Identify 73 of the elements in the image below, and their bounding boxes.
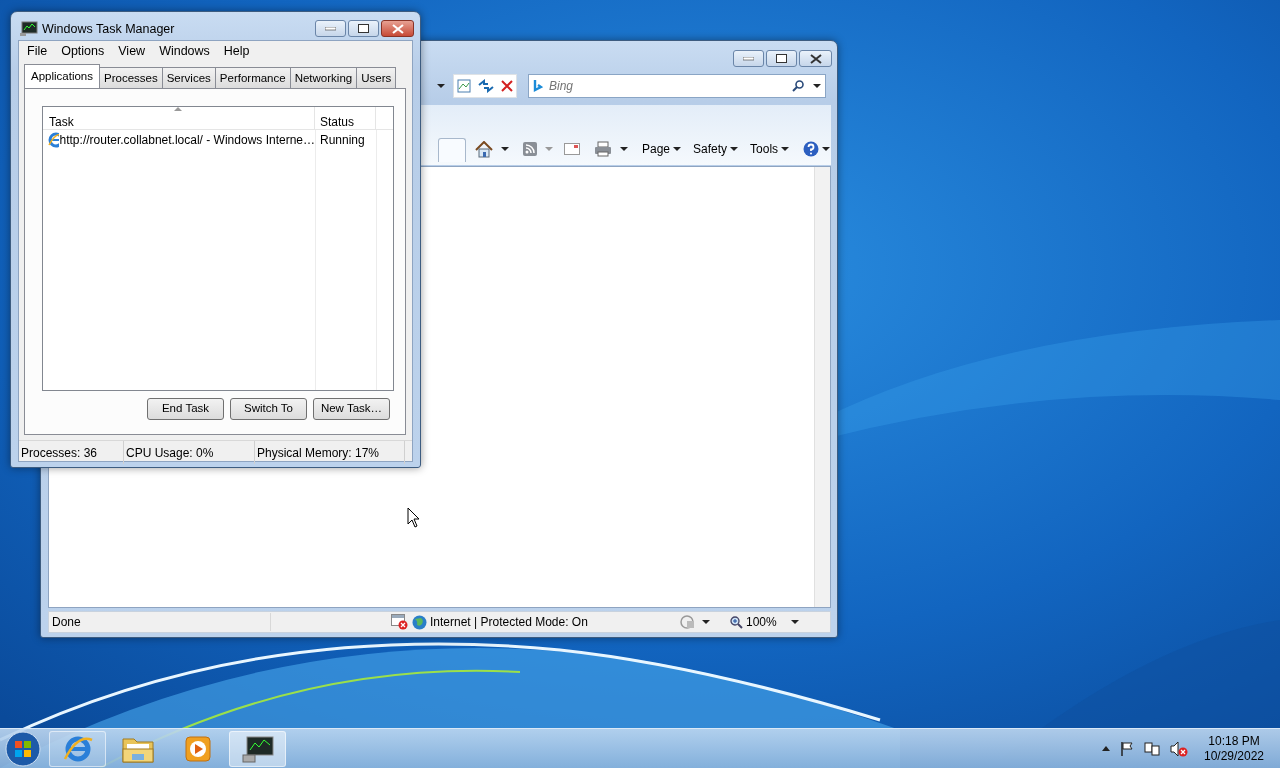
taskbar-button[interactable] [229, 730, 286, 767]
monitor-icon [240, 734, 275, 763]
help-button[interactable] [803, 141, 831, 157]
caret-icon[interactable] [790, 620, 799, 624]
feed-icon[interactable] [523, 142, 537, 156]
table-cell-text: http://router.collabnet.local/ - Windows Interne… [59, 132, 315, 149]
tab[interactable]: Applications [24, 63, 100, 88]
flag-icon[interactable] [1120, 740, 1134, 757]
caret-icon[interactable] [501, 147, 509, 151]
blocked-popup-icon [391, 614, 409, 630]
refresh-icon[interactable] [477, 79, 495, 93]
action-button[interactable]: New Task… [313, 398, 390, 420]
menu-button[interactable]: Safety [693, 140, 739, 158]
close-icon [391, 23, 404, 34]
close-button[interactable] [799, 50, 832, 67]
menu-item[interactable]: Windows [152, 41, 217, 61]
zoom-level-text[interactable]: 100% [746, 613, 777, 631]
maximize-icon [358, 24, 369, 33]
maximize-icon [776, 54, 787, 63]
menu-item[interactable]: Help [216, 41, 257, 61]
tab[interactable]: Performance [214, 66, 291, 88]
search-field[interactable]: Bing [528, 74, 826, 98]
show-hidden-icons-button[interactable] [1102, 746, 1110, 751]
status-text: Physical Memory: 17% [255, 441, 405, 464]
minimize-icon [325, 26, 336, 31]
zoom-icon[interactable] [730, 615, 743, 629]
network-icon[interactable] [1144, 740, 1160, 757]
sort-arrow-icon [174, 107, 182, 111]
close-icon [809, 53, 822, 64]
mail-icon[interactable] [564, 143, 580, 155]
close-button[interactable] [381, 20, 414, 37]
clock-time[interactable]: 10:18 PM [1208, 733, 1260, 749]
action-button[interactable]: End Task [147, 398, 224, 420]
browser-icon [48, 132, 59, 148]
start-button[interactable] [3, 729, 43, 768]
status-text: Done [49, 613, 271, 631]
action-button[interactable]: Switch To [230, 398, 307, 420]
status-text: Processes: 36 [19, 441, 124, 464]
search-engine-icon [533, 79, 543, 93]
scrollbar[interactable] [814, 167, 830, 607]
security-zone-text: Internet | Protected Mode: On [430, 614, 589, 631]
caret-icon[interactable] [620, 147, 628, 151]
caret-icon[interactable] [813, 84, 821, 88]
muted-speaker-icon[interactable] [1170, 740, 1188, 757]
tab[interactable]: Processes [99, 66, 163, 88]
maximize-button[interactable] [766, 50, 797, 67]
stop-icon[interactable] [501, 80, 513, 92]
caret-icon[interactable] [437, 84, 445, 88]
globe-icon [412, 614, 427, 630]
tab[interactable]: Users [356, 66, 397, 88]
menu-button[interactable]: Page [642, 140, 682, 158]
tab[interactable]: Networking [289, 66, 358, 88]
compatibility-view-icon[interactable] [457, 79, 471, 93]
column-header[interactable]: Task [43, 107, 315, 129]
menu-item[interactable]: View [111, 41, 153, 61]
search-icon[interactable] [792, 80, 804, 92]
maximize-button[interactable] [348, 20, 379, 37]
menu-button[interactable]: Tools [750, 140, 790, 158]
clock-date[interactable]: 10/29/2022 [1203, 748, 1265, 764]
menu-item[interactable]: File [20, 41, 55, 61]
status-text: CPU Usage: 0% [124, 441, 255, 464]
monitor-icon[interactable] [20, 21, 38, 38]
column-header[interactable]: Status [315, 107, 376, 129]
printer-icon[interactable] [594, 141, 612, 157]
table-cell-text: Running [319, 132, 365, 149]
tab[interactable]: Services [161, 66, 216, 88]
minimize-icon [743, 56, 754, 61]
mouse-pointer-icon [407, 507, 421, 528]
media-player-icon [183, 734, 212, 763]
home-icon[interactable] [475, 140, 493, 158]
window-title: Windows Task Manager [42, 21, 175, 38]
caret-icon[interactable] [702, 620, 710, 624]
menu-item[interactable]: Options [54, 41, 112, 61]
